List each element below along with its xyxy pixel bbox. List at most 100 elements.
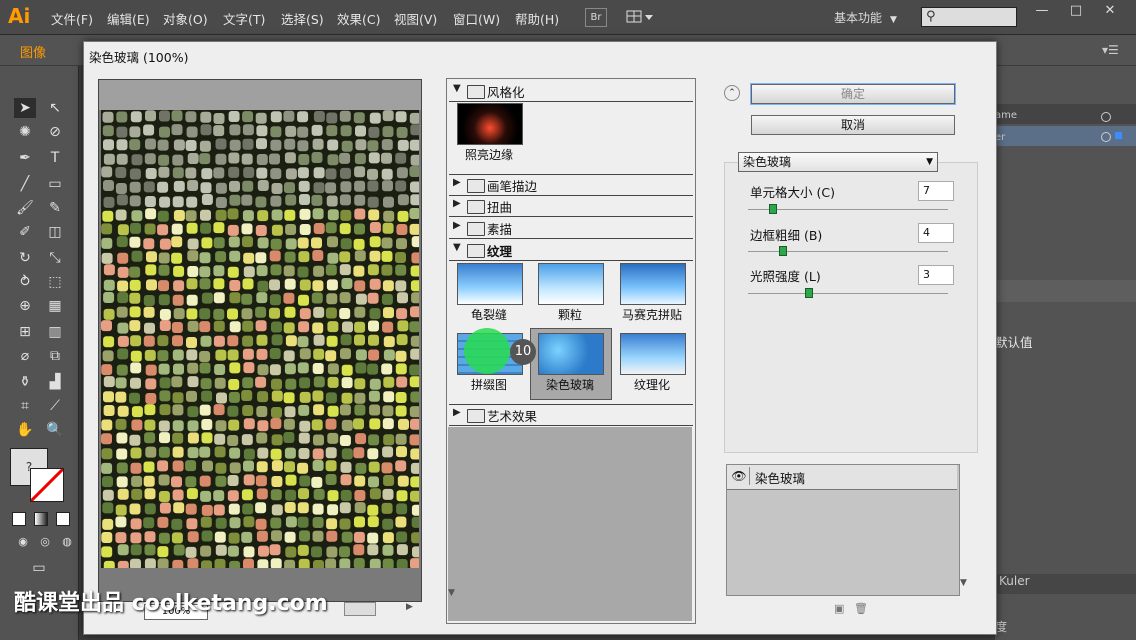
gradient-mode-icon[interactable] — [34, 512, 48, 526]
color-mode-icon[interactable] — [12, 512, 26, 526]
filter-thumb-stained-glass[interactable] — [538, 333, 604, 375]
filter-thumb-grain[interactable] — [538, 263, 604, 305]
scroll-down-icon[interactable]: ▼ — [448, 588, 455, 598]
border-thickness-slider[interactable] — [748, 251, 948, 252]
cell-size-slider-knob[interactable] — [769, 204, 777, 214]
filter-thumb-mosaic-tiles[interactable] — [620, 263, 686, 305]
menu-object[interactable]: 对象(O) — [163, 9, 208, 28]
glass-cell — [368, 434, 380, 446]
light-intensity-input[interactable]: 3 — [918, 265, 954, 285]
glass-cell — [354, 166, 366, 178]
glass-cell — [326, 530, 338, 542]
hand-tool-icon[interactable]: ✋ — [14, 420, 36, 440]
target-icon[interactable] — [1101, 132, 1111, 142]
slice-tool-icon[interactable]: ⟋ — [44, 396, 66, 416]
scroll-down-icon[interactable]: ▼ — [960, 578, 967, 588]
menu-effect[interactable]: 效果(C) — [337, 9, 380, 28]
filter-thumb-texturizer[interactable] — [620, 333, 686, 375]
scroll-right-icon[interactable]: ▶ — [406, 602, 413, 612]
trash-icon[interactable]: 🗑 — [854, 602, 868, 615]
brush-tool-icon[interactable]: 🖌 — [14, 198, 36, 218]
menu-file[interactable]: 文件(F) — [51, 9, 93, 28]
menu-type[interactable]: 文字(T) — [223, 9, 265, 28]
glass-cell — [270, 558, 282, 568]
collapse-gallery-icon[interactable]: ⌃ — [724, 85, 740, 101]
pen-tool-icon[interactable]: ✒ — [14, 148, 36, 168]
lasso-tool-icon[interactable]: ⊘ — [44, 122, 66, 142]
draw-normal-icon[interactable]: ◉ — [12, 532, 34, 552]
category-distort[interactable]: ▶ 扭曲 — [449, 196, 693, 217]
direct-selection-tool-icon[interactable]: ↖ — [44, 98, 66, 118]
filter-thumb-glowing-edges[interactable] — [457, 103, 523, 145]
free-transform-icon[interactable]: ⬚ — [44, 272, 66, 292]
maximize-button[interactable]: □ — [1059, 0, 1093, 22]
panel-menu-icon[interactable]: ▾☰ — [1102, 43, 1119, 57]
zoom-tool-icon[interactable]: 🔍 — [44, 420, 66, 440]
cancel-button[interactable]: 取消 — [751, 115, 955, 135]
draw-inside-icon[interactable]: ◍ — [56, 532, 78, 552]
close-button[interactable]: ✕ — [1093, 0, 1127, 22]
menu-help[interactable]: 帮助(H) — [515, 9, 559, 28]
minimize-button[interactable]: — — [1025, 0, 1059, 22]
category-stylize[interactable]: ▼ 风格化 — [449, 81, 693, 102]
cell-size-slider[interactable] — [748, 209, 948, 210]
glass-cell — [410, 476, 419, 488]
warp-tool-icon[interactable]: ⥁ — [14, 272, 36, 292]
category-sketch[interactable]: ▶ 素描 — [449, 218, 693, 239]
none-mode-icon[interactable] — [56, 512, 70, 526]
ok-button[interactable]: 确定 — [751, 84, 955, 104]
shape-builder-icon[interactable]: ⊕ — [14, 296, 36, 316]
search-input[interactable]: ⚲ — [921, 7, 1017, 27]
scale-tool-icon[interactable]: ⤡ — [44, 248, 66, 268]
category-brush-strokes[interactable]: ▶ 画笔描边 — [449, 174, 693, 196]
filter-thumb-craquelure[interactable] — [457, 263, 523, 305]
scroll-thumb[interactable] — [344, 602, 376, 616]
eyedropper-icon[interactable]: ⌀ — [14, 346, 36, 366]
menu-edit[interactable]: 编辑(E) — [107, 9, 150, 28]
screen-mode-icon[interactable]: ▭ — [28, 558, 50, 578]
menu-select[interactable]: 选择(S) — [281, 9, 324, 28]
artboard-tool-icon[interactable]: ⌗ — [14, 396, 36, 416]
blend-tool-icon[interactable]: ⧉ — [44, 346, 66, 366]
draw-behind-icon[interactable]: ◎ — [34, 532, 56, 552]
light-intensity-slider-knob[interactable] — [805, 288, 813, 298]
type-tool-icon[interactable]: T — [44, 148, 66, 168]
bridge-button[interactable]: Br — [585, 8, 607, 27]
workspace-switcher[interactable]: 基本功能 ▼ — [834, 9, 897, 26]
cell-size-input[interactable]: 7 — [918, 181, 954, 201]
category-artistic[interactable]: ▶ 艺术效果 — [449, 404, 693, 426]
selection-tool-icon[interactable]: ➤ — [14, 98, 36, 118]
kuler-tab[interactable]: Kuler — [999, 574, 1030, 588]
line-tool-icon[interactable]: ╱ — [14, 174, 36, 194]
eraser-tool-icon[interactable]: ◫ — [44, 222, 66, 242]
magic-wand-icon[interactable]: ✺ — [14, 122, 36, 142]
blob-brush-icon[interactable]: ✐ — [14, 222, 36, 242]
glass-cell — [255, 320, 267, 332]
border-thickness-slider-knob[interactable] — [779, 246, 787, 256]
rectangle-tool-icon[interactable]: ▭ — [44, 174, 66, 194]
target-icon[interactable] — [1101, 112, 1111, 122]
gradient-tool-icon[interactable]: ▥ — [44, 322, 66, 342]
glass-cell — [369, 112, 381, 124]
border-thickness-input[interactable]: 4 — [918, 223, 954, 243]
glass-cell — [214, 377, 226, 389]
effect-layer-row[interactable]: 👁 染色玻璃 — [727, 465, 957, 490]
light-intensity-slider[interactable] — [748, 293, 948, 294]
eye-icon[interactable]: 👁 — [729, 467, 750, 485]
graph-tool-icon[interactable]: ▟ — [44, 372, 66, 392]
new-effect-layer-icon[interactable]: ▣ — [834, 602, 844, 615]
pencil-tool-icon[interactable]: ✎ — [44, 198, 66, 218]
rotate-tool-icon[interactable]: ↻ — [14, 248, 36, 268]
glass-cell — [214, 531, 226, 543]
glass-cell — [213, 404, 225, 416]
menu-window[interactable]: 窗口(W) — [453, 9, 500, 28]
mesh-tool-icon[interactable]: ⊞ — [14, 322, 36, 342]
perspective-grid-icon[interactable]: ▦ — [44, 296, 66, 316]
stroke-swatch[interactable] — [29, 467, 65, 503]
menu-view[interactable]: 视图(V) — [394, 9, 437, 28]
filter-select[interactable]: 染色玻璃 ▼ — [738, 152, 938, 172]
symbol-sprayer-icon[interactable]: ⚱ — [14, 372, 36, 392]
category-texture[interactable]: ▼ 纹理 — [449, 240, 693, 261]
preview-pane[interactable] — [98, 79, 422, 602]
arrange-documents-button[interactable] — [626, 8, 654, 25]
